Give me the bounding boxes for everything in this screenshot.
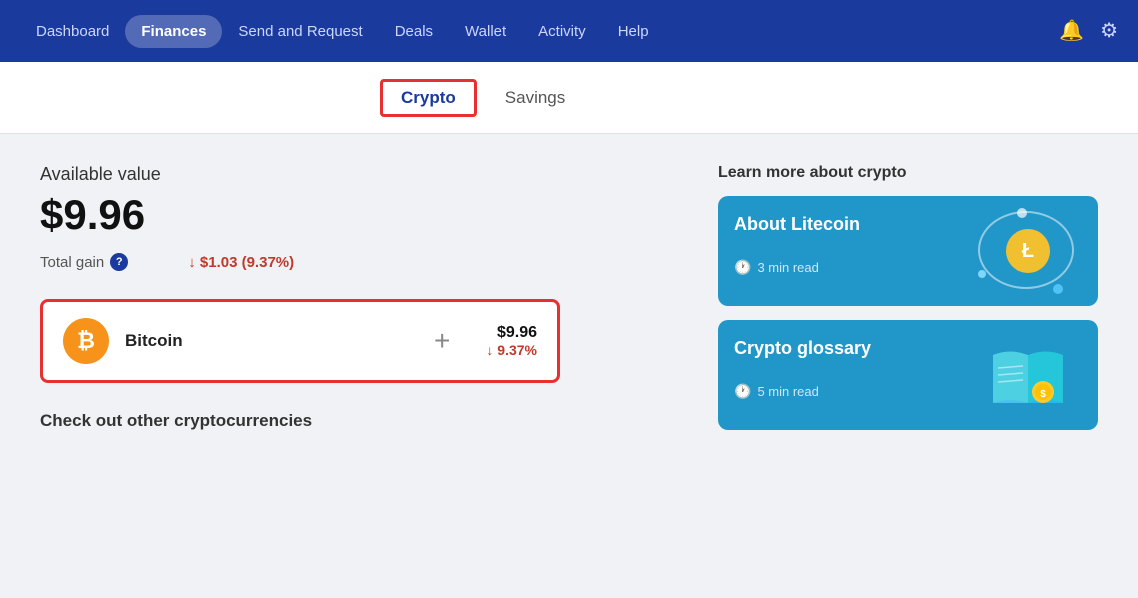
article-litecoin-readtime: 3 min read (757, 260, 818, 275)
nav-item-help[interactable]: Help (602, 15, 665, 48)
article-glossary-meta: 🕐 5 min read (734, 383, 942, 400)
other-cryptos-label: Check out other cryptocurrencies (40, 411, 658, 431)
available-label: Available value (40, 164, 658, 185)
notification-icon[interactable]: 🔔 (1059, 21, 1084, 41)
article-litecoin-meta: 🕐 3 min read (734, 259, 942, 276)
nav-item-activity[interactable]: Activity (522, 15, 602, 48)
total-gain-label: Total gain ? (40, 253, 128, 271)
ltc-coin-icon: Ł (1006, 229, 1050, 273)
learn-label: Learn more about crypto (718, 164, 1098, 182)
sub-tabs-bar: Crypto Savings (0, 62, 1138, 134)
right-panel: Learn more about crypto About Litecoin 🕐… (718, 164, 1098, 568)
litecoin-illustration: Ł (958, 196, 1098, 306)
svg-text:$: $ (1040, 389, 1046, 400)
crypto-price: $9.96 (486, 324, 537, 342)
navbar: Dashboard Finances Send and Request Deal… (0, 0, 1138, 62)
article-card-glossary[interactable]: Crypto glossary 🕐 5 min read (718, 320, 1098, 430)
bitcoin-card[interactable]: ₿ Bitcoin + $9.96 ↓ 9.37% (40, 299, 560, 383)
settings-icon[interactable]: ⚙ (1100, 21, 1118, 41)
available-value: $9.96 (40, 191, 658, 239)
total-gain-value: ↓ $1.03 (9.37%) (188, 254, 294, 271)
total-gain-info-icon[interactable]: ? (110, 253, 128, 271)
nav-item-deals[interactable]: Deals (379, 15, 449, 48)
clock-icon: 🕐 (734, 259, 751, 276)
nav-item-wallet[interactable]: Wallet (449, 15, 522, 48)
glossary-illustration: $ (958, 320, 1098, 430)
crypto-change: ↓ 9.37% (486, 342, 537, 358)
book-svg-icon: $ (983, 340, 1073, 410)
article-card-litecoin[interactable]: About Litecoin 🕐 3 min read Ł (718, 196, 1098, 306)
add-crypto-button[interactable]: + (414, 325, 470, 357)
left-panel: Available value $9.96 Total gain ? ↓ $1.… (40, 164, 658, 568)
article-card-litecoin-text: About Litecoin 🕐 3 min read (718, 196, 958, 306)
article-glossary-readtime: 5 min read (757, 384, 818, 399)
nav-item-dashboard[interactable]: Dashboard (20, 15, 125, 48)
total-gain-row: Total gain ? ↓ $1.03 (9.37%) (40, 253, 658, 271)
crypto-name: Bitcoin (125, 331, 398, 351)
article-card-glossary-text: Crypto glossary 🕐 5 min read (718, 320, 958, 430)
article-glossary-title: Crypto glossary (734, 338, 942, 359)
bitcoin-icon: ₿ (63, 318, 109, 364)
main-content: Available value $9.96 Total gain ? ↓ $1.… (0, 134, 1138, 598)
nav-item-send-request[interactable]: Send and Request (222, 15, 378, 48)
tab-crypto[interactable]: Crypto (380, 79, 477, 117)
crypto-values: $9.96 ↓ 9.37% (486, 324, 537, 358)
nav-item-finances[interactable]: Finances (125, 15, 222, 48)
clock-icon-2: 🕐 (734, 383, 751, 400)
tab-savings[interactable]: Savings (487, 82, 583, 114)
article-litecoin-title: About Litecoin (734, 214, 942, 235)
